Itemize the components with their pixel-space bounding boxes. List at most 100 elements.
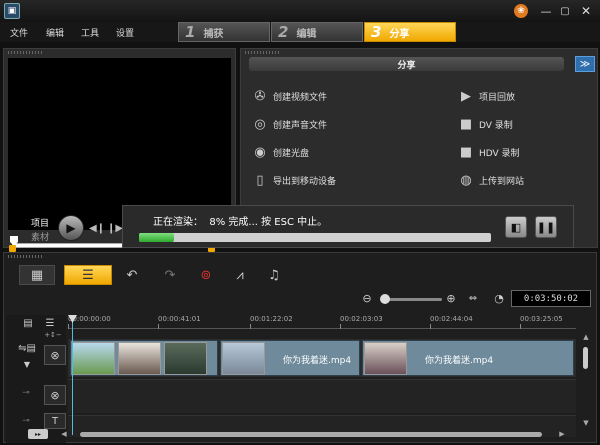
tab-share[interactable]: 3 分享 [364,22,456,42]
video-track-icon: ⊗ [44,345,66,365]
mode-project[interactable]: 项目 [31,216,49,229]
filmstrip-icon: ▦ [30,267,44,283]
mode-clip[interactable]: 素材 [31,230,49,243]
track-expand-icon[interactable]: ▼ [20,359,34,369]
audio-waveform-icon: ⩘ [236,267,244,283]
clip-thumbnail [364,342,407,375]
project-duration-icon: ◔ [494,291,504,305]
video-clip[interactable]: 你为我着迷.mp4 [362,340,574,376]
tab-edit[interactable]: 2 编辑 [271,22,363,42]
zoom-in-icon[interactable]: ⊕ [444,291,458,305]
share-option-create-video[interactable]: ✇ 创建视频文件 [251,87,327,105]
zoom-slider-thumb[interactable] [380,294,390,304]
timeline-view-button[interactable]: ☰ [64,265,112,285]
share-option-label: 创建光盘 [273,148,310,159]
scroll-down-icon[interactable]: ▼ [582,419,590,427]
ruler-tick: 00:03:25:05 [520,315,563,329]
menu-edit[interactable]: 编辑 [46,26,64,39]
app-logo-icon: ▣ [4,3,20,19]
tab-share-number: 3 [371,23,382,41]
timeline-toolbar: ▦ ☰ ↶ ↷ ⊚ ⩘ ♫ [4,261,598,287]
tab-capture[interactable]: 1 捕获 [178,22,270,42]
scroll-up-icon[interactable]: ▲ [582,333,590,341]
help-icon[interactable]: ❀ [514,4,528,18]
title-track-icon: T [44,413,66,429]
track-headers: ▤ ☰ +↕− ⇋▤ ▼ ⊗ ⊸ ⊗ ⊸ T ▸▸ [6,315,66,443]
share-option-export-mobile[interactable]: ▯ 导出到移动设备 [251,171,336,189]
ripple-edit-icon[interactable]: ⇋▤ [16,341,38,355]
tab-share-label: 分享 [389,28,410,40]
menu-tools[interactable]: 工具 [81,26,99,39]
minimize-button[interactable]: — [538,3,554,19]
chapter-list-icon[interactable]: ☰ [42,317,58,329]
track-options-icon[interactable]: ▸▸ [28,429,48,439]
link-track-icon-2[interactable]: ⊸ [20,415,32,427]
video-track: 你为我着迷.mp4 你为我着迷.mp4 [68,339,576,377]
share-option-project-playback[interactable]: ▶ 项目回放 [457,87,515,105]
share-option-create-disc[interactable]: ◉ 创建光盘 [251,143,309,161]
ruler-tick: 00:02:44:04 [430,315,473,329]
storyboard-view-button[interactable]: ▦ [19,265,55,285]
share-option-create-audio[interactable]: ◎ 创建声音文件 [251,115,327,133]
share-option-label: 创建声音文件 [273,120,328,131]
share-option-upload-web[interactable]: ◍ 上传到网站 [457,171,524,189]
auto-music-icon: ♫ [268,267,280,283]
redo-button[interactable]: ↷ [160,265,180,285]
panel-grip [8,255,42,258]
play-button[interactable]: ▶ [58,215,84,241]
audio-mixer-button[interactable]: ⩘ [230,265,250,285]
tab-capture-number: 1 [185,23,196,41]
clip-title: 你为我着迷.mp4 [283,356,352,366]
zoom-controls: ⊖ ⊕ ⇔ ◔ 0:03:50:02 [354,290,594,307]
disc-icon: ◉ [254,144,266,160]
film-reel-icon: ✇ [254,88,266,104]
overlay-track[interactable] [68,379,576,413]
video-clip[interactable] [70,340,218,376]
ruler-tick: 00:01:22:02 [250,315,293,329]
share-option-dv-record[interactable]: ■ DV 录制 [457,115,513,133]
menu-settings[interactable]: 设置 [116,26,134,39]
undo-button[interactable]: ↶ [122,265,142,285]
scroll-left-icon[interactable]: ◀ [60,430,68,438]
record-capture-button[interactable]: ⊚ [194,265,218,285]
timecode-display[interactable]: 0:03:50:02 [511,290,591,307]
zoom-out-icon[interactable]: ⊖ [360,291,374,305]
auto-music-button[interactable]: ♫ [262,265,286,285]
playhead[interactable] [72,317,73,435]
add-insert-icon[interactable]: +↕− [42,331,64,339]
fit-project-icon[interactable]: ⇔ [466,291,480,305]
share-option-hdv-record[interactable]: ■ HDV 录制 [457,143,520,161]
share-option-label: 项目回放 [479,92,516,103]
mobile-device-icon: ▯ [256,172,264,188]
video-clip[interactable]: 你为我着迷.mp4 [220,340,360,376]
link-track-icon[interactable]: ⊸ [20,387,32,399]
hdv-camera-icon: ■ [459,144,473,160]
trim-start-marker[interactable] [9,245,16,252]
clip-thumbnail [222,342,265,375]
timeline-horizontal-scrollbar[interactable]: ◀ ▶ [52,429,582,439]
pause-render-button[interactable]: ❚❚ [535,216,557,238]
vertical-scroll-thumb[interactable] [583,347,588,369]
tab-capture-label: 捕获 [203,28,224,40]
render-preview-toggle-button[interactable]: ◧ [505,216,527,238]
horizontal-scroll-thumb[interactable] [80,432,542,437]
next-frame-button[interactable]: ❙▶ [107,221,123,235]
clip-thumbnail [118,342,161,375]
collapse-panel-button[interactable]: ≫ [575,56,595,72]
zoom-slider-track[interactable] [384,298,442,301]
menu-file[interactable]: 文件 [10,26,28,39]
record-icon: ⊚ [200,267,212,283]
overlay-track-icon: ⊗ [44,385,66,405]
previous-frame-button[interactable]: ◀❙ [89,221,105,235]
title-bar: ▣ ❀ — ▢ ✕ [0,0,600,22]
close-button[interactable]: ✕ [578,3,594,19]
scroll-right-icon[interactable]: ▶ [558,430,566,438]
render-progress-track [139,233,491,242]
share-panel-header: 分享 [249,57,564,71]
globe-icon: ◍ [460,172,472,188]
restore-button[interactable]: ▢ [557,3,573,19]
timeline-vertical-scrollbar[interactable]: ▲ ▼ [579,333,593,433]
timeline-ruler[interactable]: 00:00:00:00 00:00:41:01 00:01:22:02 00:0… [68,315,576,329]
undo-icon: ↶ [126,267,138,283]
track-manager-icon[interactable]: ▤ [20,317,36,329]
